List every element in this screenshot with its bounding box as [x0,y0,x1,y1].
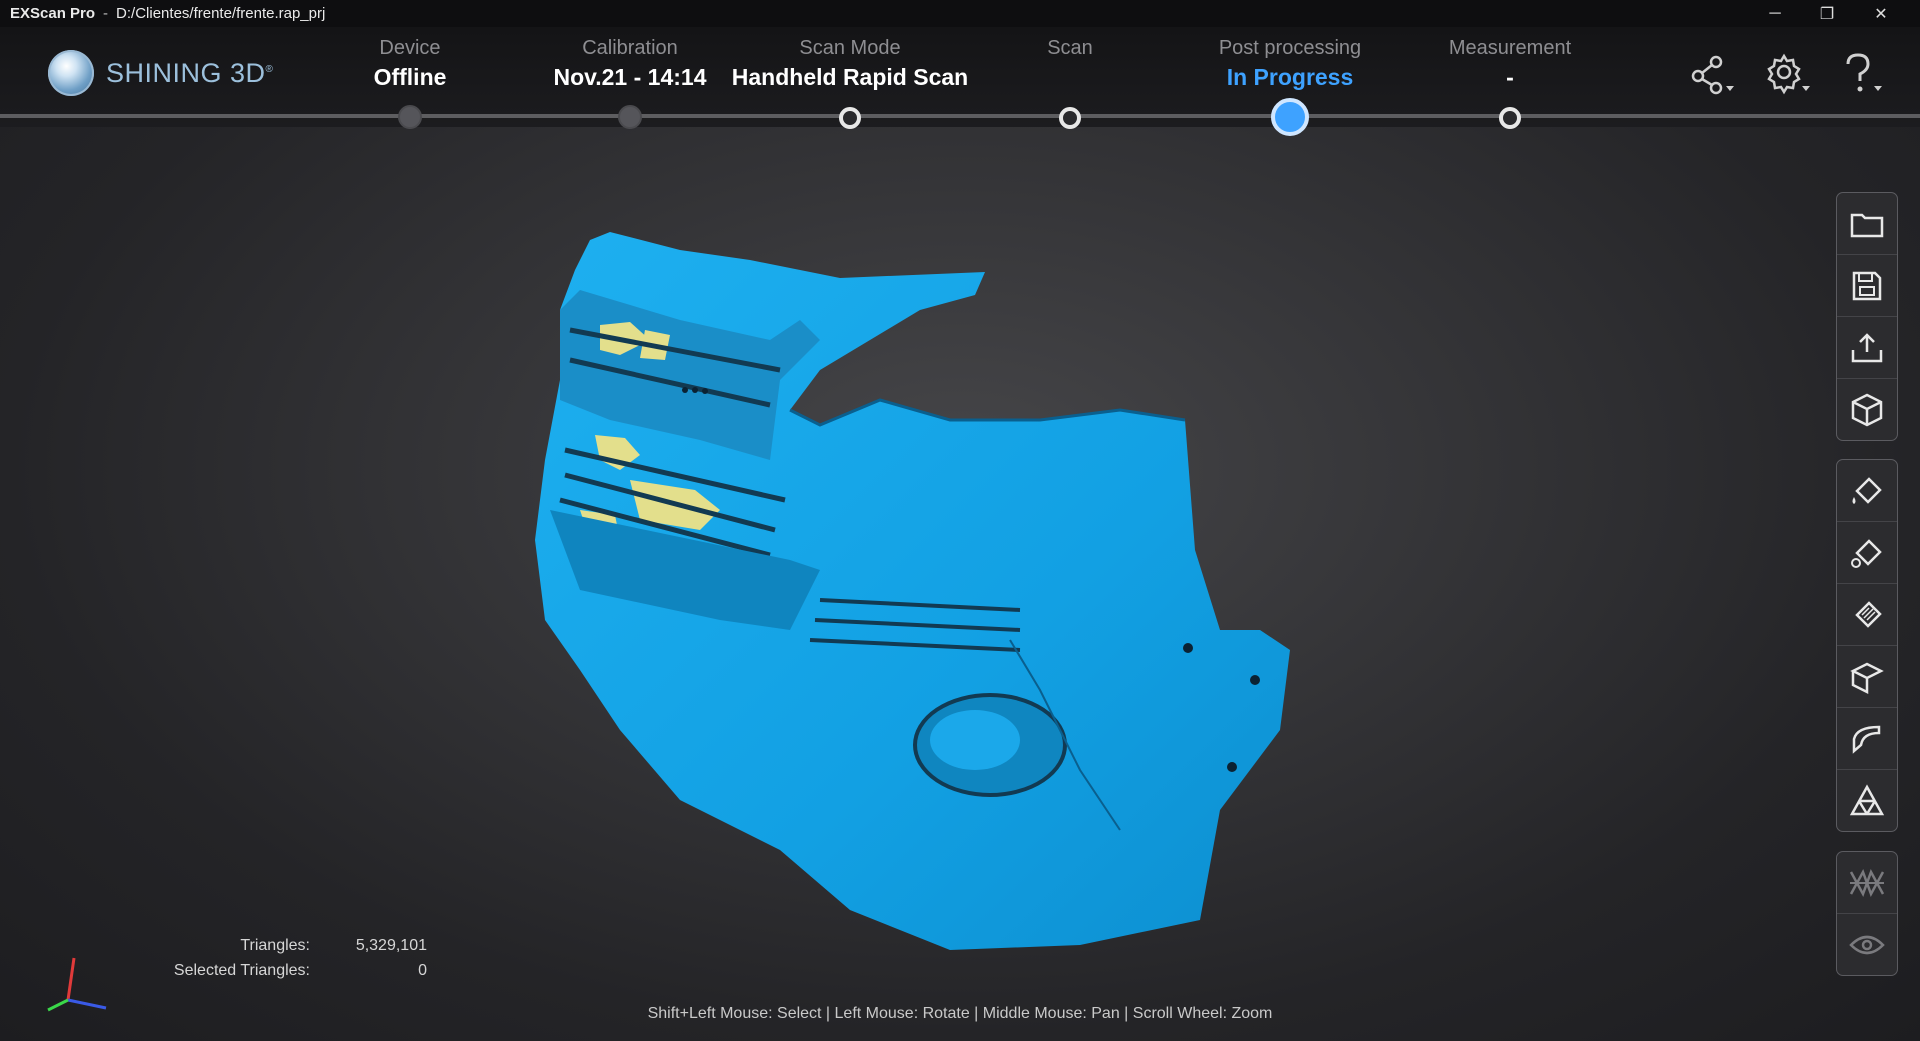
surface-icon[interactable] [1837,708,1897,770]
triangles-label: Triangles: [240,937,310,954]
restore-button[interactable]: ❐ [1804,0,1850,27]
trademark: ® [265,63,274,75]
folder-open-icon[interactable] [1837,193,1897,255]
step-node-scan-mode[interactable] [839,107,861,129]
step-node-scan[interactable] [1059,107,1081,129]
app-name: EXScan Pro [10,5,96,22]
file-toolbar [1836,192,1898,441]
box-edit-icon[interactable] [1837,646,1897,708]
triangles-value: 5,329,101 [355,937,427,954]
close-button[interactable]: ✕ [1858,0,1904,27]
minimize-button[interactable]: ─ [1752,0,1798,27]
selected-triangles-label: Selected Triangles: [173,962,310,979]
fill-bucket-icon[interactable] [1837,460,1897,522]
save-icon[interactable] [1837,255,1897,317]
step-value: - [1506,64,1514,90]
project-path: D:/Clientes/frente/frente.rap_prj [116,5,326,22]
step-node-calibration[interactable] [618,105,642,129]
export-icon[interactable] [1837,317,1897,379]
step-label: Measurement [1448,37,1572,59]
section-icon[interactable] [1837,852,1897,914]
workflow-header: SHINING 3D® Device Offline Calibration N… [0,27,1920,136]
cube-view-icon[interactable] [1837,379,1897,440]
texture-fill-icon[interactable] [1837,584,1897,646]
fill-bucket-alt-icon[interactable] [1837,522,1897,584]
help-icon[interactable] [1838,49,1888,99]
settings-icon[interactable] [1764,49,1814,99]
title-separator: - [103,5,109,22]
view-toolbar [1836,851,1898,976]
logo-mark-icon [48,50,94,96]
step-node-post-processing[interactable] [1271,98,1309,136]
mouse-hint-bar: Shift+Left Mouse: Select | Left Mouse: R… [647,1005,1273,1022]
progress-track [0,114,1920,118]
visibility-eye-icon[interactable] [1837,914,1897,975]
step-node-measurement[interactable] [1499,107,1521,129]
selected-triangles-value: 0 [418,962,427,979]
step-measurement[interactable]: Measurement - [1380,37,1640,91]
triangle-mesh-icon[interactable] [1837,770,1897,831]
step-value: Handheld Rapid Scan [731,64,969,90]
logo-text: SHINING 3D [106,57,266,88]
scan-mesh-viewport[interactable] [520,210,1410,970]
share-icon[interactable] [1688,49,1738,99]
shining3d-logo: SHINING 3D® [48,50,273,96]
fog-lamp-lens [930,710,1020,770]
step-node-device[interactable] [398,105,422,129]
edit-toolbar [1836,459,1898,832]
title-bar: EXScan Pro - D:/Clientes/frente/frente.r… [0,0,1920,27]
